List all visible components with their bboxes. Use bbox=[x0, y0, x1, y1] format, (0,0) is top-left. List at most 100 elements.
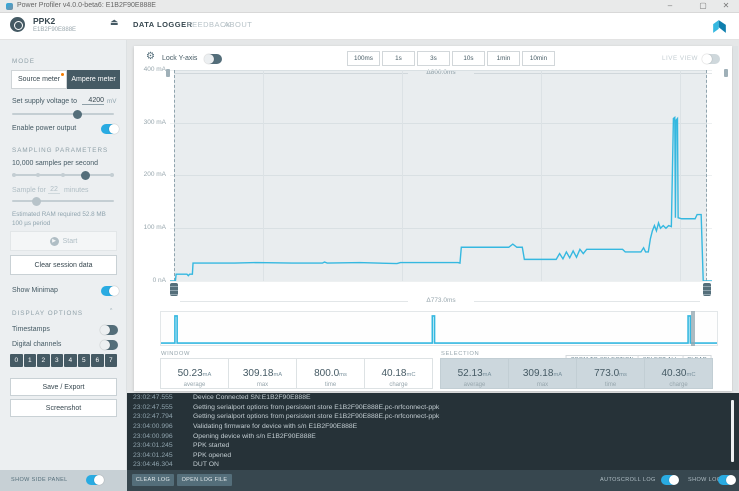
tab-about[interactable]: ABOUT bbox=[224, 20, 252, 29]
digital-channels-toggle[interactable] bbox=[101, 340, 118, 350]
supply-voltage-input[interactable]: 4200 bbox=[82, 97, 104, 105]
log-message: Opening device with s/n E1B2F90E888E bbox=[185, 433, 316, 440]
stat-unit: mC bbox=[407, 372, 416, 378]
stat-label: time bbox=[297, 382, 364, 388]
open-log-file-button[interactable]: OPEN LOG FILE bbox=[177, 474, 232, 486]
log-timestamp: 23:02:47.555 bbox=[133, 404, 185, 411]
window-right-handle[interactable] bbox=[724, 69, 728, 77]
log-message: DUT ON bbox=[185, 461, 219, 468]
stat-label: charge bbox=[365, 382, 432, 388]
source-meter-label: Source meter bbox=[18, 76, 60, 83]
live-view-label: LIVE VIEW bbox=[662, 55, 698, 62]
main-scrollbar[interactable] bbox=[733, 46, 738, 391]
selection-delta-line-right bbox=[474, 301, 700, 302]
tab-data-logger[interactable]: DATA LOGGER bbox=[133, 20, 193, 29]
source-meter-button[interactable]: Source meter bbox=[11, 70, 67, 89]
device-serial: E1B2F90E888E bbox=[33, 27, 76, 33]
sample-duration-input[interactable]: 22 bbox=[48, 186, 60, 194]
ytick-200: 200 mA bbox=[130, 171, 166, 178]
slider-tick bbox=[110, 173, 114, 177]
sample-rate-slider-thumb[interactable] bbox=[81, 171, 90, 180]
play-icon: ▶ bbox=[50, 237, 59, 246]
channel-chip-1[interactable]: 1 bbox=[24, 354, 37, 367]
selection-start-handle[interactable] bbox=[170, 283, 178, 296]
log-timestamp: 23:02:47.794 bbox=[133, 413, 185, 420]
log-row: 23:02:47.555Device Connected SN:E1B2F90E… bbox=[127, 393, 739, 403]
log-timestamp: 23:04:00.996 bbox=[133, 423, 185, 430]
minimap-view-slider[interactable] bbox=[691, 311, 695, 346]
stat-window-average: 50.23mA average bbox=[160, 358, 229, 389]
channel-chip-7[interactable]: 7 bbox=[105, 354, 118, 367]
device-name[interactable]: PPK2 bbox=[33, 16, 55, 26]
slider-tick bbox=[61, 173, 65, 177]
current-trace[interactable] bbox=[170, 70, 712, 281]
range-button-3s[interactable]: 3s bbox=[417, 51, 450, 66]
supply-voltage-slider[interactable] bbox=[12, 113, 114, 115]
range-button-10s[interactable]: 10s bbox=[452, 51, 485, 66]
channel-chip-6[interactable]: 6 bbox=[91, 354, 104, 367]
slider-tick bbox=[12, 173, 16, 177]
sample-duration-slider[interactable] bbox=[12, 200, 114, 202]
show-side-panel-toggle[interactable] bbox=[86, 475, 103, 485]
range-button-100ms[interactable]: 100ms bbox=[347, 51, 380, 66]
sample-rate-slider[interactable] bbox=[12, 174, 114, 176]
channel-chip-4[interactable]: 4 bbox=[64, 354, 77, 367]
timestamps-toggle[interactable] bbox=[101, 325, 118, 335]
live-view-toggle[interactable] bbox=[703, 54, 720, 64]
ampere-meter-button[interactable]: Ampere meter bbox=[67, 70, 120, 89]
save-export-button[interactable]: Save / Export bbox=[10, 378, 117, 396]
selection-end-handle[interactable] bbox=[703, 283, 711, 296]
log-scrollbar[interactable] bbox=[731, 400, 734, 462]
autoscroll-log-label: AUTOSCROLL LOG bbox=[600, 477, 656, 483]
start-button-label: Start bbox=[63, 238, 78, 245]
stat-label: time bbox=[577, 382, 644, 388]
range-button-1min[interactable]: 1min bbox=[487, 51, 520, 66]
clear-session-button[interactable]: Clear session data bbox=[10, 255, 117, 275]
sample-duration-slider-thumb[interactable] bbox=[32, 197, 41, 206]
channel-chip-3[interactable]: 3 bbox=[51, 354, 64, 367]
show-minimap-label: Show Minimap bbox=[12, 287, 58, 294]
channel-chip-2[interactable]: 2 bbox=[37, 354, 50, 367]
minimap[interactable] bbox=[160, 311, 718, 346]
sample-rate-label: 10,000 samples per second bbox=[12, 160, 98, 167]
maximize-button[interactable]: ▢ bbox=[696, 1, 710, 10]
log-message: Getting serialport options from persiste… bbox=[185, 413, 439, 420]
lock-y-axis-toggle[interactable] bbox=[205, 54, 222, 64]
log-timestamp: 23:04:01.245 bbox=[133, 442, 185, 449]
stat-label: average bbox=[161, 382, 228, 388]
show-log-toggle[interactable] bbox=[718, 475, 735, 485]
save-export-label: Save / Export bbox=[42, 384, 84, 391]
eject-icon[interactable]: ⏏ bbox=[110, 17, 119, 28]
stat-selection-max: 309.18mA max bbox=[508, 358, 577, 389]
start-button[interactable]: ▶ Start bbox=[10, 231, 117, 251]
stat-label: max bbox=[229, 382, 296, 388]
mode-section-label: MODE bbox=[12, 58, 35, 65]
selection-delta-label: Δ773.0ms bbox=[412, 297, 470, 304]
stat-unit: mA bbox=[483, 372, 492, 378]
minimize-button[interactable]: – bbox=[663, 1, 677, 10]
chart-settings-gear-icon[interactable]: ⚙ bbox=[146, 51, 155, 62]
channel-chip-5[interactable]: 5 bbox=[78, 354, 91, 367]
collapse-chevron-icon[interactable]: ˆ bbox=[110, 309, 112, 316]
device-icon[interactable] bbox=[10, 17, 25, 32]
stat-unit: ms bbox=[339, 372, 347, 378]
power-output-toggle[interactable] bbox=[101, 124, 118, 134]
close-button[interactable]: ✕ bbox=[719, 1, 733, 10]
supply-voltage-slider-thumb[interactable] bbox=[73, 110, 82, 119]
range-button-10min[interactable]: 10min bbox=[522, 51, 555, 66]
gridline bbox=[170, 281, 712, 282]
log-row: 23:04:46.304DUT ON bbox=[127, 460, 739, 470]
stat-value: 52.13 bbox=[458, 368, 483, 379]
channel-chip-0[interactable]: 0 bbox=[10, 354, 23, 367]
log-row: 23:04:01.245PPK opened bbox=[127, 451, 739, 461]
power-profiler-window: Power Profiler v4.0.0-beta6: E1B2F90E888… bbox=[0, 0, 739, 491]
range-button-1s[interactable]: 1s bbox=[382, 51, 415, 66]
clear-log-button[interactable]: CLEAR LOG bbox=[132, 474, 174, 486]
stat-value: 40.30 bbox=[661, 368, 686, 379]
log-timestamp: 23:02:47.555 bbox=[133, 394, 185, 401]
stat-value: 773.0 bbox=[594, 368, 619, 379]
screenshot-button[interactable]: Screenshot bbox=[10, 399, 117, 417]
autoscroll-log-toggle[interactable] bbox=[661, 475, 678, 485]
show-log-label: SHOW LOG bbox=[688, 477, 721, 483]
show-minimap-toggle[interactable] bbox=[101, 286, 118, 296]
